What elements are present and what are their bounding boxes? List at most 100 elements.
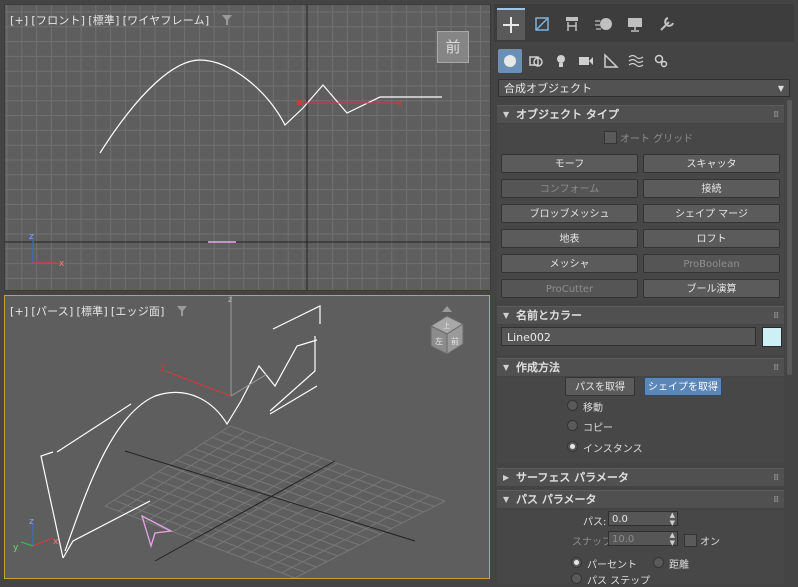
viewport-display-menu[interactable]: [エッジ面] bbox=[111, 305, 165, 318]
object-type-button[interactable]: シェイプ マージ bbox=[643, 204, 780, 223]
display-icon bbox=[628, 18, 642, 32]
perspective-viewport-canvas[interactable]: y z z x y 上 左 前 bbox=[5, 296, 489, 578]
viewport-view-menu[interactable]: [パース] bbox=[31, 305, 73, 318]
object-type-button[interactable]: ProCutter bbox=[501, 279, 638, 298]
spinner-arrows-icon[interactable]: ▲ ▼ bbox=[670, 531, 675, 547]
front-viewport[interactable]: x z x [+] [フロント] [標準] [ワイヤフレーム] 前 bbox=[4, 4, 491, 291]
path-label: パス: bbox=[583, 517, 607, 528]
object-type-button[interactable]: コンフォーム bbox=[501, 179, 638, 198]
cameras-tab[interactable] bbox=[574, 49, 598, 73]
radio-percent-label: パーセント bbox=[587, 560, 637, 571]
rollout-surface-params[interactable]: ▶ サーフェス パラメータ ⁞⁞ bbox=[497, 468, 784, 486]
hierarchy-tab[interactable] bbox=[558, 10, 586, 38]
display-tab[interactable] bbox=[621, 10, 649, 38]
systems-icon bbox=[654, 54, 668, 68]
front-viewport-label[interactable]: [+] [フロント] [標準] [ワイヤフレーム] bbox=[10, 12, 233, 28]
create-tab[interactable] bbox=[497, 8, 525, 40]
lights-tab[interactable] bbox=[549, 49, 573, 73]
viewcube-left-label[interactable]: 左 bbox=[435, 336, 443, 346]
modify-tab[interactable] bbox=[528, 10, 556, 38]
get-shape-button[interactable]: シェイプを取得 bbox=[644, 377, 722, 396]
object-type-button[interactable]: メッシャ bbox=[501, 254, 638, 273]
object-color-swatch[interactable] bbox=[762, 327, 782, 347]
viewport-view-menu[interactable]: [フロント] bbox=[31, 14, 85, 27]
viewport-display-menu[interactable]: [ワイヤフレーム] bbox=[123, 14, 210, 27]
path-spinner[interactable]: 0.0 ▲ ▼ bbox=[608, 511, 678, 527]
persp-curve-spline[interactable] bbox=[64, 339, 318, 552]
object-category-dropdown[interactable]: 合成オブジェクト ▼ bbox=[498, 79, 790, 97]
front-tripod-z-label: z bbox=[29, 232, 34, 242]
object-type-button[interactable]: 接続 bbox=[643, 179, 780, 198]
rollout-name-color[interactable]: ▼ 名前とカラー ⁞⁞ bbox=[497, 306, 784, 324]
geometry-tab[interactable] bbox=[498, 49, 522, 73]
svg-text:x: x bbox=[397, 99, 403, 109]
radio-path-steps[interactable] bbox=[571, 573, 582, 584]
utilities-tab[interactable] bbox=[653, 10, 681, 38]
viewport-shading-menu[interactable]: [標準] bbox=[88, 14, 119, 27]
radio-copy-label: コピー bbox=[583, 423, 613, 434]
grip-icon: ⁞⁞ bbox=[773, 495, 779, 505]
object-type-button[interactable]: ブロッブメッシュ bbox=[501, 204, 638, 223]
filter-icon[interactable] bbox=[222, 15, 233, 25]
persp-gizmo-y-label: y bbox=[160, 362, 166, 372]
object-type-button[interactable]: ProBoolean bbox=[643, 254, 780, 273]
viewport-menu-plus[interactable]: [+] bbox=[10, 14, 28, 27]
object-type-button[interactable]: モーフ bbox=[501, 154, 638, 173]
spacewarps-icon bbox=[628, 54, 644, 68]
command-panel-tabs bbox=[494, 4, 794, 42]
persp-gizmo-z-label: z bbox=[228, 296, 232, 304]
radio-move[interactable] bbox=[567, 400, 578, 411]
rollout-object-type[interactable]: ▼ オブジェクト タイプ ⁞⁞ bbox=[497, 105, 784, 123]
perspective-viewport[interactable]: y z z x y 上 左 前 [+] [パース] [標準] [エッジ面] bbox=[4, 295, 490, 579]
snap-spinner[interactable]: 10.0 ▲ ▼ bbox=[608, 531, 678, 547]
perspective-viewport-label[interactable]: [+] [パース] [標準] [エッジ面] bbox=[10, 303, 188, 319]
viewcube-front-face[interactable]: 前 bbox=[437, 31, 469, 63]
helpers-tab[interactable] bbox=[599, 49, 623, 73]
rollout-creation-method[interactable]: ▼ 作成方法 ⁞⁞ bbox=[497, 358, 784, 376]
snap-on-label: オン bbox=[700, 537, 720, 548]
radio-percent[interactable] bbox=[571, 557, 582, 568]
expand-triangle-icon: ▶ bbox=[503, 473, 510, 482]
modify-icon bbox=[535, 17, 549, 31]
viewcube-front-label[interactable]: 前 bbox=[451, 336, 459, 346]
autogrid-checkbox[interactable] bbox=[604, 131, 617, 144]
radio-distance[interactable] bbox=[653, 557, 664, 568]
systems-tab[interactable] bbox=[649, 49, 673, 73]
object-name-field[interactable]: Line002 bbox=[501, 327, 756, 346]
spacewarps-tab[interactable] bbox=[624, 49, 648, 73]
front-gizmo-center bbox=[297, 100, 302, 105]
viewport-menu-plus[interactable]: [+] bbox=[10, 305, 28, 318]
motion-tab[interactable] bbox=[590, 10, 618, 38]
command-panel-scrollbar[interactable] bbox=[787, 100, 792, 375]
shapes-icon bbox=[529, 56, 543, 67]
rollout-path-params[interactable]: ▼ パス パラメータ ⁞⁞ bbox=[497, 490, 784, 508]
motion-icon bbox=[595, 18, 612, 30]
chevron-down-icon: ▼ bbox=[777, 84, 784, 93]
radio-instance[interactable] bbox=[567, 441, 578, 452]
front-curve-spline[interactable] bbox=[99, 59, 442, 154]
persp-profile-top[interactable] bbox=[272, 305, 321, 330]
persp-profile-bottom[interactable] bbox=[62, 500, 151, 559]
filter-icon[interactable] bbox=[177, 306, 188, 316]
viewcube-home-icon[interactable] bbox=[442, 306, 452, 312]
front-viewport-canvas[interactable]: x z x bbox=[5, 5, 490, 290]
snap-on-checkbox[interactable] bbox=[684, 534, 697, 547]
get-path-button[interactable]: パスを取得 bbox=[565, 377, 635, 396]
viewcube[interactable]: 上 左 前 bbox=[429, 306, 465, 355]
collapse-triangle-icon: ▼ bbox=[503, 311, 510, 320]
collapse-triangle-icon: ▼ bbox=[503, 363, 510, 372]
rollout-title: オブジェクト タイプ bbox=[516, 108, 619, 121]
object-type-button[interactable]: 地表 bbox=[501, 229, 638, 248]
persp-profile-right[interactable] bbox=[269, 336, 316, 412]
object-type-button[interactable]: ロフト bbox=[643, 229, 780, 248]
hierarchy-icon bbox=[566, 17, 578, 31]
object-type-button[interactable]: ブール演算 bbox=[643, 279, 780, 298]
viewport-shading-menu[interactable]: [標準] bbox=[76, 305, 107, 318]
shapes-tab[interactable] bbox=[524, 49, 548, 73]
radio-copy[interactable] bbox=[567, 420, 578, 431]
viewcube-top-label[interactable]: 上 bbox=[443, 321, 450, 330]
object-type-button[interactable]: スキャッタ bbox=[643, 154, 780, 173]
name-color-body: Line002 bbox=[497, 325, 784, 354]
spinner-arrows-icon[interactable]: ▲ ▼ bbox=[670, 511, 675, 527]
grip-icon: ⁞⁞ bbox=[773, 473, 779, 483]
